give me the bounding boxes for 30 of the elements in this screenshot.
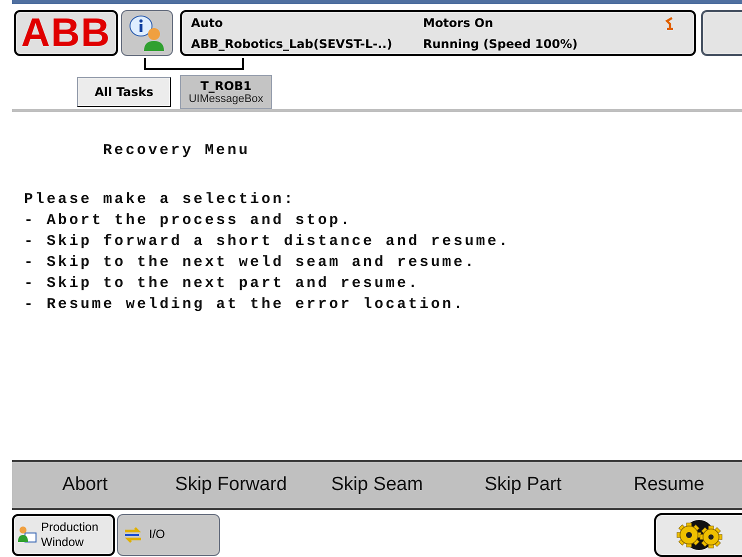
message-line: Please make a selection: xyxy=(24,190,296,210)
recovery-button[interactable]: Resume xyxy=(596,462,742,508)
task-tab[interactable]: All Tasks xyxy=(77,77,171,107)
taskbar-button[interactable]: I/O xyxy=(117,514,220,556)
robot-arm-icon xyxy=(665,16,675,30)
message-title: Recovery Menu xyxy=(103,141,250,161)
message-line: - Skip forward a short distance and resume. xyxy=(24,232,510,252)
abb-logo: ABB xyxy=(21,13,111,53)
recovery-button[interactable]: Skip Forward xyxy=(158,462,304,508)
person-window-icon xyxy=(17,524,37,544)
mode-label: Auto xyxy=(191,16,224,28)
message-line: - Skip to the next part and resume. xyxy=(24,274,420,294)
settings-button[interactable] xyxy=(654,512,742,556)
motors-label: Motors On xyxy=(423,16,494,28)
recovery-button[interactable]: Skip Part xyxy=(450,462,596,508)
status-panel[interactable]: Auto Motors On ABB_Robotics_Lab(SEVST-L-..) Running (Speed 100%) xyxy=(180,10,696,56)
taskbar-button[interactable]: Production Window xyxy=(12,514,115,556)
task-tab[interactable]: T_ROB1 UIMessageBox xyxy=(180,75,272,109)
message-line: - Abort the process and stop. xyxy=(24,211,352,231)
logo-panel[interactable]: ABB xyxy=(14,10,118,56)
recovery-button[interactable]: Abort xyxy=(12,462,158,508)
message-line: - Skip to the next weld seam and resume. xyxy=(24,253,476,273)
info-user-button[interactable] xyxy=(121,10,173,56)
system-name: ABB_Robotics_Lab(SEVST-L-..) xyxy=(191,38,394,50)
recovery-button[interactable]: Skip Seam xyxy=(304,462,450,508)
info-user-icon xyxy=(127,14,167,52)
program-state: Running (Speed 100%) xyxy=(423,38,579,50)
message-line: - Resume welding at the error location. xyxy=(24,295,465,315)
header-panel[interactable] xyxy=(701,10,742,56)
swap-arrows-icon xyxy=(123,526,143,544)
